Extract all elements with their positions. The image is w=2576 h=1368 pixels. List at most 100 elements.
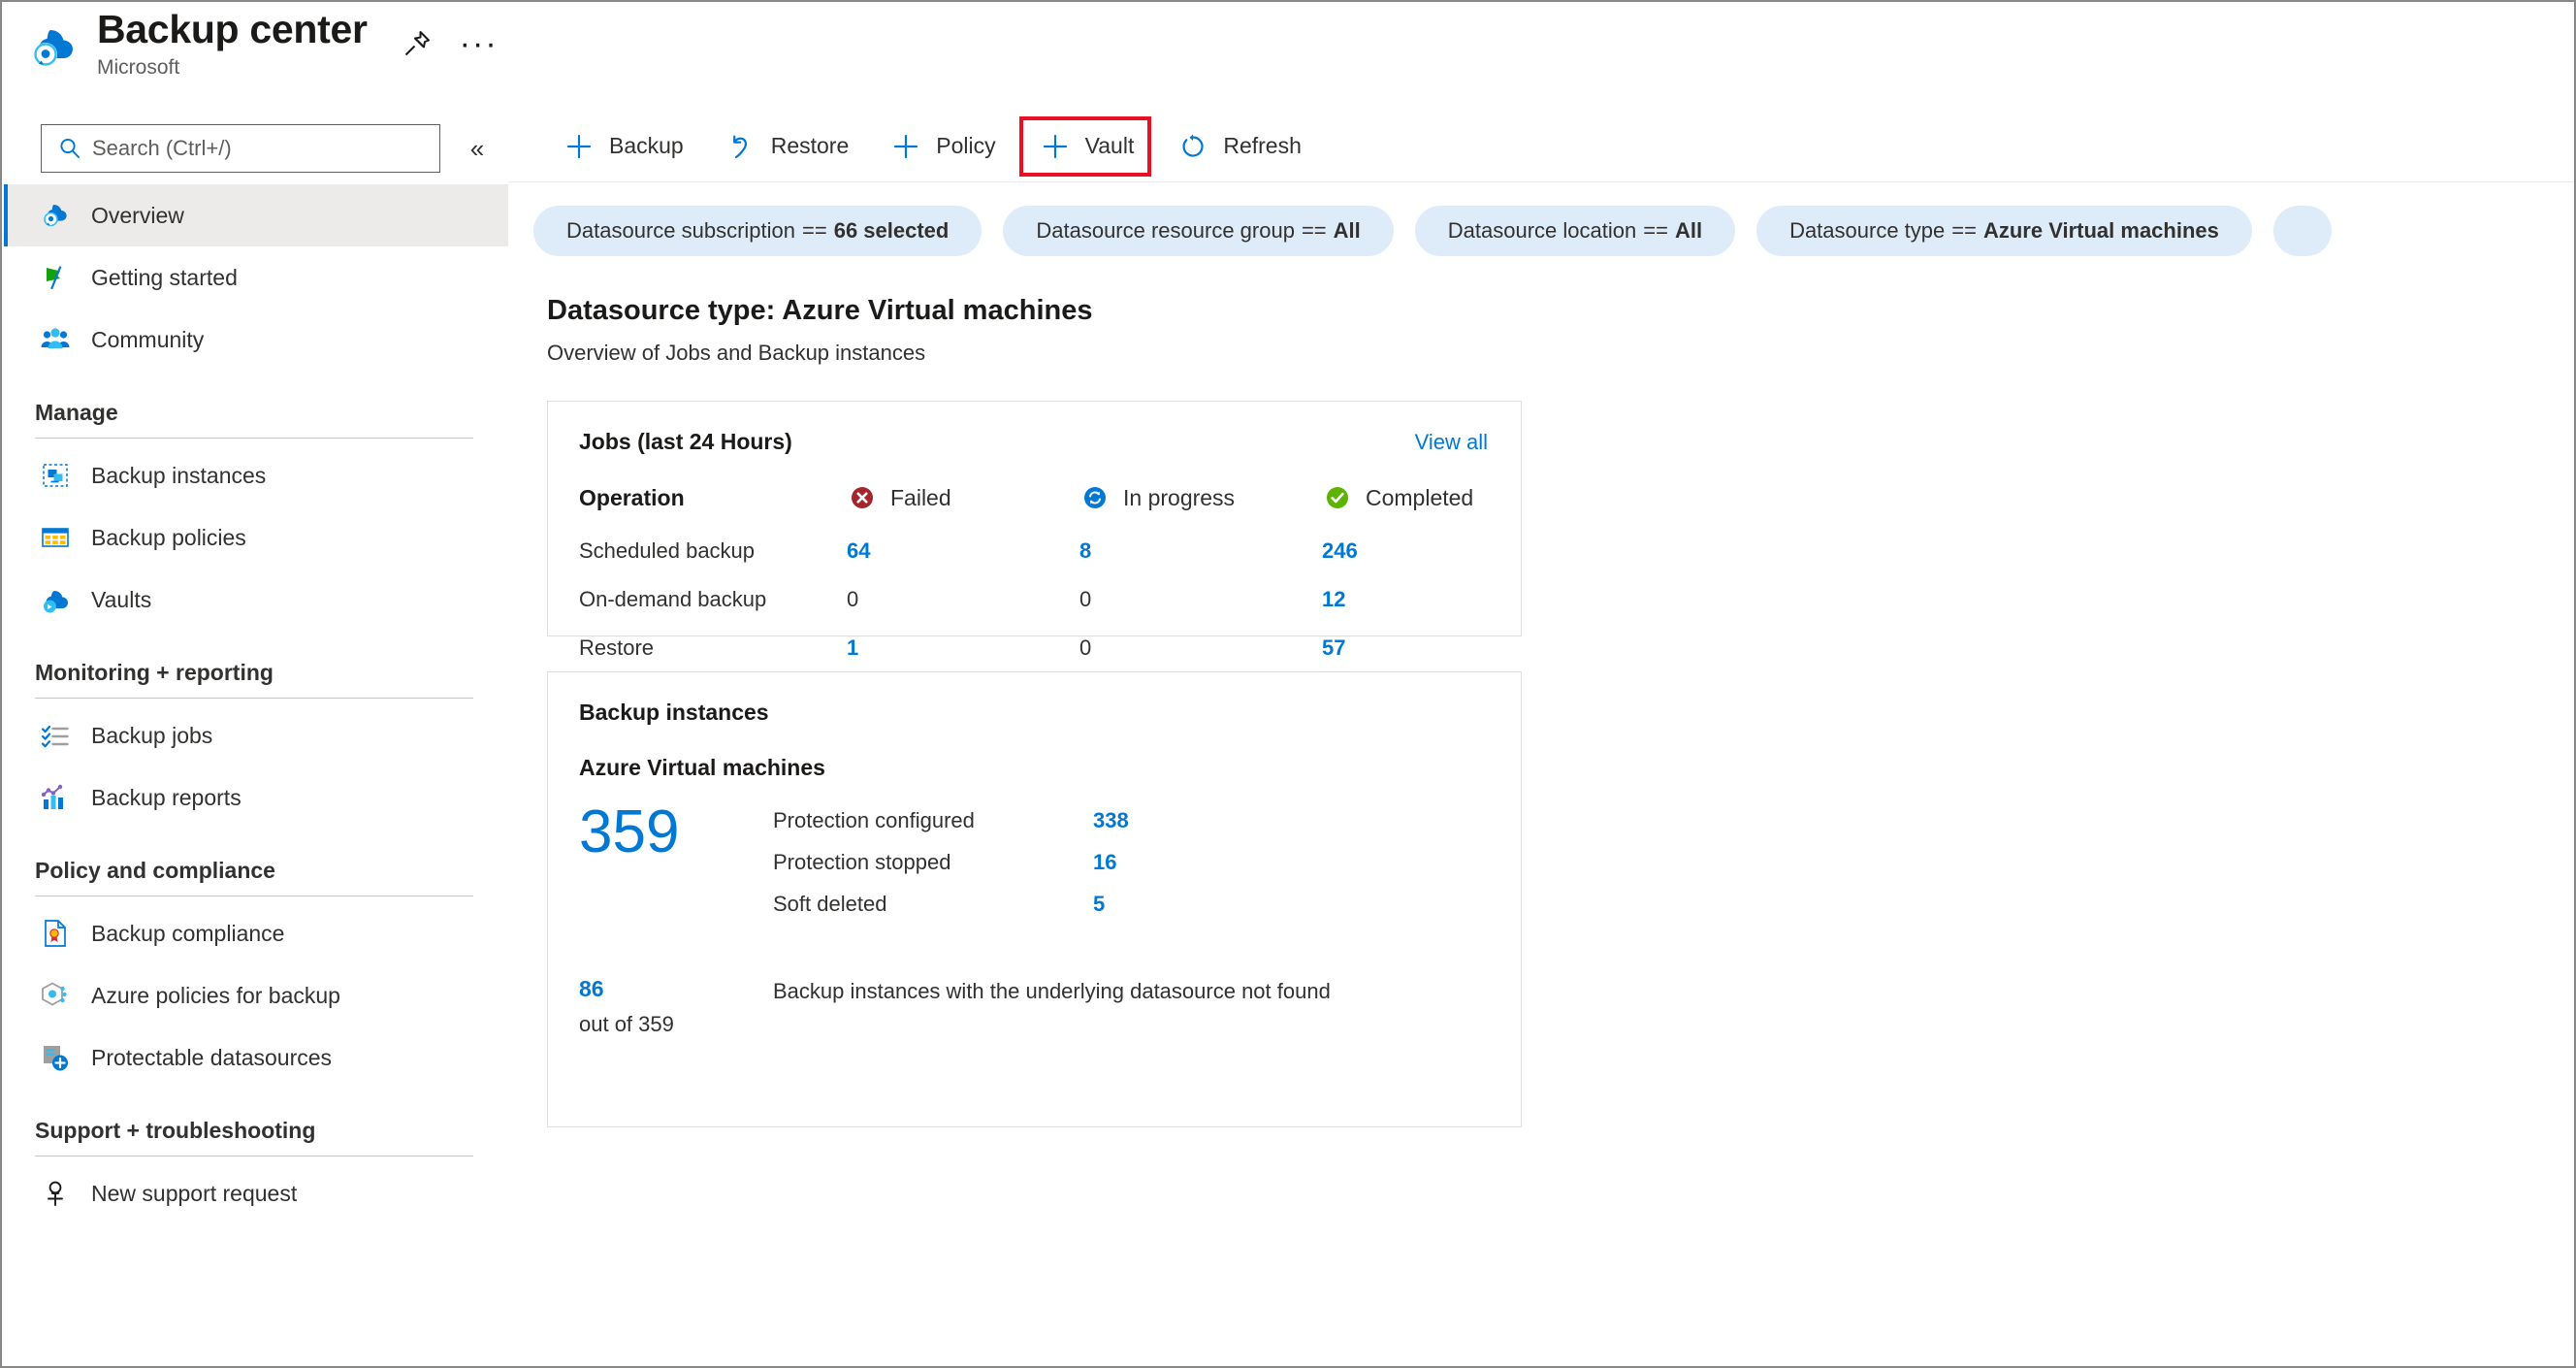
backup-button-label: Backup (609, 133, 684, 158)
content-heading: Datasource type: Azure Virtual machines … (508, 256, 2574, 366)
restore-arrow-icon (723, 128, 759, 165)
instance-status-label: Protection configured (773, 808, 975, 832)
failed-count: 0 (847, 587, 1079, 635)
instances-total-count: 359 (579, 798, 680, 865)
datasource-not-found-total: out of 359 (579, 1012, 674, 1036)
operation-name: Scheduled backup (579, 538, 756, 563)
backup-instance-icon (37, 457, 74, 494)
count-link[interactable]: 246 (1322, 538, 1358, 563)
backup-button[interactable]: Backup (545, 116, 699, 177)
ellipsis-icon[interactable]: ··· (459, 25, 499, 62)
backup-instances-card: Backup instances Azure Virtual machines … (547, 671, 1522, 1127)
filter-key: Datasource type (1789, 218, 1946, 243)
column-in-progress: In progress (1079, 482, 1322, 538)
sidebar-item-protectable-datasources[interactable]: Protectable datasources (4, 1026, 508, 1089)
refresh-button[interactable]: Refresh (1159, 116, 1317, 177)
column-completed: Completed (1322, 482, 1488, 538)
jobs-table: Operation Failed In progress Completed S… (579, 482, 1488, 684)
divider (35, 698, 473, 699)
table-row: On-demand backup 0 0 12 (579, 587, 1488, 635)
sidebar-item-backup-reports[interactable]: Backup reports (4, 766, 508, 829)
instance-status-count[interactable]: 338 (1093, 808, 1129, 833)
table-row: Scheduled backup 64 8 246 (579, 538, 1488, 587)
view-all-link[interactable]: View all (1415, 430, 1488, 455)
sidebar-item-label: Backup policies (91, 524, 246, 550)
server-add-icon (37, 1039, 74, 1076)
vault-cloud-icon (37, 581, 74, 618)
search-icon (55, 134, 84, 163)
support-person-icon (37, 1175, 74, 1212)
filter-value: All (1333, 218, 1361, 243)
datasource-not-found-count[interactable]: 86 (579, 976, 773, 1002)
count-value: 0 (1079, 587, 1092, 611)
vault-button-label: Vault (1084, 133, 1135, 158)
instance-status-count[interactable]: 5 (1093, 892, 1105, 917)
policy-button[interactable]: Policy (872, 116, 1011, 177)
sidebar-item-backup-policies[interactable]: Backup policies (4, 506, 508, 569)
filter-pill-datasource-resource-group[interactable]: Datasource resource group == All (1003, 206, 1394, 256)
checklist-icon (37, 717, 74, 754)
content-subtitle: Overview of Jobs and Backup instances (547, 341, 926, 365)
count-link[interactable]: 1 (847, 635, 858, 660)
policy-button-label: Policy (936, 133, 996, 158)
count-value: 0 (847, 587, 859, 611)
sidebar-item-overview[interactable]: Overview (4, 184, 508, 246)
filter-value: Azure Virtual machines (1982, 218, 2219, 243)
restore-button[interactable]: Restore (707, 116, 865, 177)
filter-operator: == (1643, 218, 1668, 243)
flag-icon (37, 259, 74, 296)
sidebar-item-label: Azure policies for backup (91, 982, 340, 1008)
instance-status-label: Soft deleted (773, 892, 887, 916)
refresh-button-label: Refresh (1223, 133, 1302, 158)
search-box[interactable] (41, 124, 440, 173)
sidebar-item-getting-started[interactable]: Getting started (4, 246, 508, 309)
plus-icon (1037, 128, 1074, 165)
filter-pill-overflow[interactable] (2272, 206, 2332, 256)
count-link[interactable]: 12 (1322, 587, 1345, 611)
table-header-row: Operation Failed In progress Completed (579, 482, 1488, 538)
count-link[interactable]: 64 (847, 538, 870, 563)
filter-operator: == (1951, 218, 1977, 243)
completed-count: 12 (1322, 587, 1488, 635)
filter-pill-datasource-location[interactable]: Datasource location == All (1414, 206, 1736, 256)
certificate-document-icon (37, 915, 74, 952)
sidebar-item-backup-compliance[interactable]: Backup compliance (4, 902, 508, 964)
filter-pill-datasource-type[interactable]: Datasource type == Azure Virtual machine… (1756, 206, 2252, 256)
sidebar-item-community[interactable]: Community (4, 309, 508, 371)
in-progress-count: 8 (1079, 538, 1322, 587)
sidebar-nav: Overview Getting started Community Manag… (4, 184, 508, 1224)
page-publisher: Microsoft (97, 55, 180, 79)
filter-key: Datasource subscription (566, 218, 796, 243)
sidebar-item-azure-policies-for-backup[interactable]: Azure policies for backup (4, 964, 508, 1026)
sidebar-item-vaults[interactable]: Vaults (4, 569, 508, 631)
filter-key: Datasource resource group (1036, 218, 1295, 243)
count-link[interactable]: 8 (1079, 538, 1091, 563)
failed-count: 64 (847, 538, 1079, 587)
in-progress-count: 0 (1079, 587, 1322, 635)
sidebar-item-backup-instances[interactable]: Backup instances (4, 444, 508, 506)
double-chevron-left-icon[interactable]: « (460, 131, 495, 166)
page-header: Backup center Microsoft ··· (2, 2, 2574, 111)
filter-value: 66 selected (833, 218, 950, 243)
count-value: 0 (1079, 635, 1092, 660)
count-link[interactable]: 57 (1322, 635, 1345, 660)
search-input[interactable] (92, 136, 412, 161)
sidebar-item-new-support-request[interactable]: New support request (4, 1162, 508, 1224)
list-item: Protection stopped 16 (773, 850, 1488, 875)
sidebar-item-label: Community (91, 326, 205, 352)
sidebar-group-title-manage: Manage (35, 400, 118, 425)
sidebar-group-title-support: Support + troubleshooting (35, 1118, 316, 1143)
sidebar-item-label: New support request (91, 1180, 298, 1206)
jobs-card-title: Jobs (last 24 Hours) (579, 429, 792, 454)
instance-status-count[interactable]: 16 (1093, 850, 1116, 875)
sidebar-item-backup-jobs[interactable]: Backup jobs (4, 704, 508, 766)
pin-icon[interactable] (397, 23, 437, 64)
azure-policy-icon (37, 977, 74, 1014)
people-icon (37, 321, 74, 358)
policy-table-icon (37, 519, 74, 556)
backup-cloud-icon (37, 197, 74, 234)
vault-button[interactable]: Vault (1018, 115, 1152, 177)
sidebar-item-label: Backup instances (91, 462, 267, 488)
datasource-not-found-text: Backup instances with the underlying dat… (773, 979, 1331, 1003)
filter-pill-datasource-subscription[interactable]: Datasource subscription == 66 selected (533, 206, 982, 256)
